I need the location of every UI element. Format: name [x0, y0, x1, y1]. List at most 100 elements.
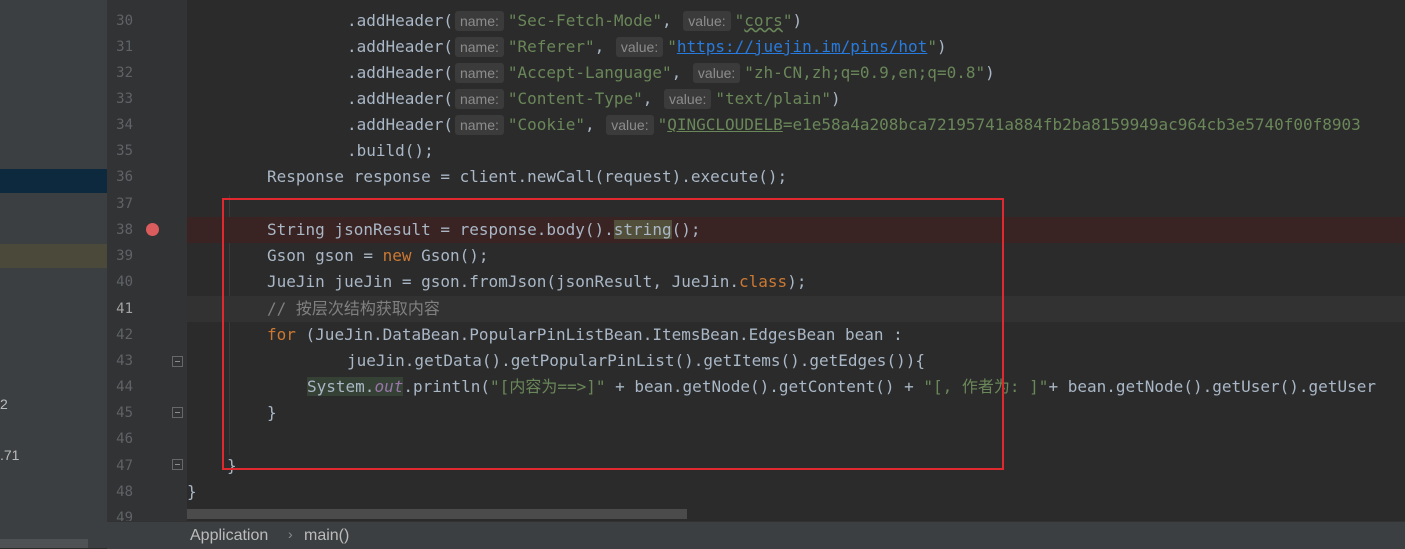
line-number: 33	[116, 91, 133, 107]
breakpoint-icon[interactable]	[146, 223, 159, 236]
code-line-32[interactable]: .addHeader(name: "Accept-Language", value…	[187, 60, 1405, 86]
param-hint: name:	[454, 11, 504, 31]
line-number: 34	[116, 117, 133, 133]
fold-icon[interactable]	[172, 459, 183, 470]
code-token: .println(	[403, 377, 491, 396]
string-literal: "Sec-Fetch-Mode"	[507, 11, 663, 30]
code-token: (JueJin.DataBean.PopularPinListBean.Item…	[295, 325, 903, 344]
string-literal: QINGCLOUDELB	[667, 115, 783, 134]
code-line-30[interactable]: .addHeader(name: "Sec-Fetch-Mode", value:…	[187, 8, 1405, 34]
code-token: Gson gson =	[267, 246, 383, 265]
keyword: for	[267, 325, 296, 344]
line-number: 42	[116, 327, 133, 343]
static-field: out	[374, 377, 404, 396]
code-token: .addHeader(	[347, 115, 453, 134]
code-token: .addHeader(	[347, 63, 453, 82]
code-line-42[interactable]: for (JueJin.DataBean.PopularPinListBean.…	[187, 322, 1405, 348]
param-hint: value:	[606, 115, 654, 135]
code-editor[interactable]: .addHeader(name: "Sec-Fetch-Mode", value:…	[187, 0, 1405, 521]
system-class: System	[307, 377, 365, 396]
code-line-47[interactable]: }	[187, 453, 1405, 479]
string-literal: "Content-Type"	[507, 89, 643, 108]
code-token: Gson();	[411, 246, 489, 265]
param-hint: value:	[692, 63, 741, 83]
code-token: )	[936, 37, 947, 56]
code-token: .addHeader(	[347, 11, 453, 30]
code-line-33[interactable]: .addHeader(name: "Content-Type", value: "t…	[187, 86, 1405, 112]
string-literal: "Cookie"	[507, 115, 585, 134]
code-line-41[interactable]: // 按层次结构获取内容	[187, 296, 1405, 322]
code-token: )	[830, 89, 841, 108]
string-literal: "	[782, 11, 793, 30]
line-number: 49	[116, 510, 133, 521]
string-literal: "[, 作者为: ]"	[923, 377, 1049, 396]
line-number: 31	[116, 39, 133, 55]
line-number: 36	[116, 169, 133, 185]
code-token: .	[364, 377, 375, 396]
breadcrumb-class[interactable]: Application	[190, 527, 268, 545]
code-token: );	[787, 272, 807, 291]
panel-text-fragment: .71	[0, 447, 20, 463]
string-literal: =e1e58a4a208bca72195741a884fb2ba8159949a…	[782, 115, 1361, 134]
string-literal: "Accept-Language"	[507, 63, 672, 82]
param-hint: name:	[454, 115, 504, 135]
url-link[interactable]: https://juejin.im/pins/hot	[677, 37, 927, 56]
line-number: 44	[116, 379, 133, 395]
highlighted-tree-item[interactable]	[0, 244, 107, 268]
string-literal: "	[667, 37, 677, 56]
code-token: JueJin jueJin = gson.fromJson(jsonResult…	[267, 272, 740, 291]
selected-tree-item[interactable]	[0, 169, 107, 193]
fold-icon[interactable]	[172, 407, 183, 418]
fold-icon[interactable]	[172, 356, 183, 367]
line-number: 30	[116, 13, 133, 29]
string-literal: "zh-CN,zh;q=0.9,en;q=0.8"	[744, 63, 986, 82]
param-hint: value:	[664, 89, 712, 109]
code-line-40[interactable]: JueJin jueJin = gson.fromJson(jsonResult…	[187, 269, 1405, 295]
line-number: 46	[116, 431, 133, 447]
code-line-43[interactable]: jueJin.getData().getPopularPinList().get…	[187, 348, 1405, 374]
code-line-36[interactable]: Response response = client.newCall(reque…	[187, 164, 1405, 190]
line-number: 38	[116, 222, 133, 238]
code-token: .addHeader(	[347, 89, 453, 108]
line-number: 40	[116, 274, 133, 290]
code-comment: // 按层次结构获取内容	[267, 299, 440, 318]
breadcrumb-method[interactable]: main()	[304, 527, 349, 545]
param-hint: name:	[454, 63, 504, 83]
string-literal: "text/plain"	[715, 89, 831, 108]
panel-text-fragment: 2	[0, 396, 8, 412]
code-line-45[interactable]: }	[187, 400, 1405, 426]
code-line-38[interactable]: String jsonResult = response.body().stri…	[187, 217, 1405, 243]
line-number: 48	[116, 484, 133, 500]
project-panel[interactable]: 2 .71	[0, 0, 107, 548]
param-hint: value:	[615, 37, 664, 57]
string-literal: "	[657, 115, 668, 134]
editor-horizontal-scrollbar[interactable]	[187, 509, 687, 519]
param-hint: value:	[683, 11, 731, 31]
code-line-44[interactable]: System.out.println("[内容为==>]" + bean.get…	[187, 374, 1405, 400]
line-number: 32	[116, 65, 133, 81]
string-literal: "	[927, 37, 937, 56]
line-number: 35	[116, 143, 133, 159]
code-token: )	[792, 11, 803, 30]
code-token: .addHeader(	[347, 37, 453, 56]
line-number: 47	[116, 458, 133, 474]
keyword: class	[739, 272, 788, 291]
code-token: + bean.getNode().getUser().getUser	[1048, 377, 1376, 396]
code-line-48[interactable]: }	[187, 479, 1405, 505]
param-hint: name:	[454, 89, 504, 109]
chevron-right-icon: ›	[288, 526, 293, 542]
line-number: 37	[116, 196, 133, 212]
code-token: String jsonResult = response.body().	[267, 220, 614, 239]
code-line-31[interactable]: .addHeader(name: "Referer", value: "https:…	[187, 34, 1405, 60]
panel-scrollbar[interactable]	[0, 539, 88, 548]
string-literal: cors	[744, 11, 783, 30]
breadcrumb: Application › main()	[107, 521, 1405, 549]
code-line-34[interactable]: .addHeader(name: "Cookie", value: "QINGCLO…	[187, 112, 1405, 138]
string-literal: "	[734, 11, 745, 30]
line-number: 45	[116, 405, 133, 421]
code-token: ();	[671, 220, 701, 239]
code-line-39[interactable]: Gson gson = new Gson();	[187, 243, 1405, 269]
code-line-35[interactable]: .build();	[187, 138, 1405, 164]
string-literal: "Referer"	[507, 37, 595, 56]
line-number: 39	[116, 248, 133, 264]
